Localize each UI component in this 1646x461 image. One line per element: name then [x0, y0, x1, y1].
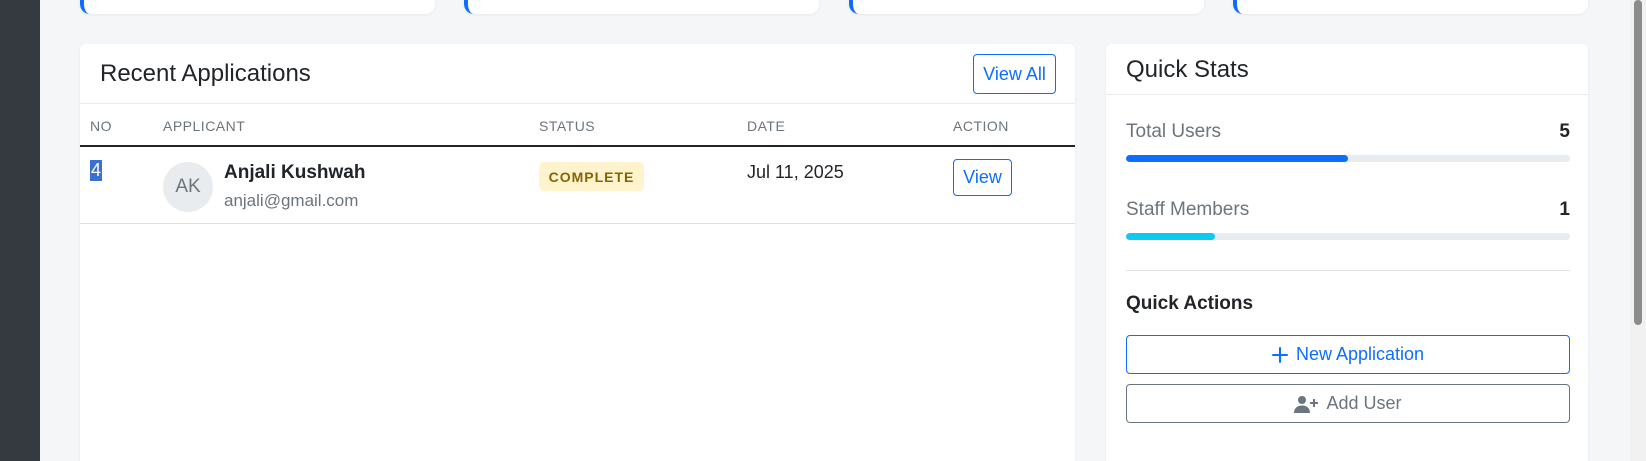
stat-card — [80, 0, 435, 14]
stat-card — [849, 0, 1204, 14]
stat-value: 5 — [1559, 121, 1570, 142]
quick-actions-title: Quick Actions — [1126, 293, 1254, 314]
stat-value: 1 — [1559, 199, 1570, 220]
sidebar — [0, 0, 40, 461]
row-divider — [80, 223, 1075, 224]
view-all-button[interactable]: View All — [973, 54, 1056, 94]
header-divider — [1106, 94, 1588, 95]
stat-label: Staff Members — [1126, 199, 1250, 220]
status-badge: COMPLETE — [539, 162, 644, 191]
stat-card — [1233, 0, 1588, 14]
header-divider — [80, 103, 1075, 104]
applicant-email: anjali@gmail.com — [224, 191, 359, 210]
row-number: 4 — [90, 160, 103, 181]
avatar: AK — [163, 162, 213, 212]
column-header-date: DATE — [747, 118, 786, 134]
table-head-border — [80, 145, 1075, 147]
applicant-name: Anjali Kushwah — [224, 162, 366, 183]
scrollbar[interactable] — [1630, 0, 1646, 461]
quick-stats-panel: Quick Stats Total Users 5 Staff Members … — [1106, 44, 1588, 461]
total-users-progress — [1126, 155, 1570, 162]
scrollbar-thumb[interactable] — [1634, 0, 1642, 325]
progress-fill — [1126, 155, 1348, 162]
recent-applications-panel: Recent Applications View All NO APPLICAN… — [80, 44, 1075, 461]
button-label: Add User — [1326, 393, 1402, 413]
add-user-button[interactable]: Add User — [1126, 384, 1570, 423]
button-label: New Application — [1295, 344, 1425, 364]
column-header-action: ACTION — [953, 118, 1009, 134]
plus-icon — [1271, 346, 1288, 363]
view-application-button[interactable]: View — [953, 159, 1012, 196]
staff-members-progress — [1126, 233, 1570, 240]
section-divider — [1126, 270, 1570, 271]
progress-fill — [1126, 233, 1215, 240]
column-header-applicant: APPLICANT — [163, 118, 246, 134]
stat-card — [464, 0, 819, 14]
quick-stats-title: Quick Stats — [1126, 56, 1249, 83]
new-application-button[interactable]: New Application — [1126, 335, 1570, 374]
user-plus-icon — [1294, 395, 1319, 413]
column-header-status: STATUS — [539, 118, 596, 134]
application-date: Jul 11, 2025 — [747, 162, 844, 182]
column-header-no: NO — [90, 118, 112, 134]
stat-label: Total Users — [1126, 121, 1222, 142]
recent-applications-title: Recent Applications — [100, 60, 311, 87]
